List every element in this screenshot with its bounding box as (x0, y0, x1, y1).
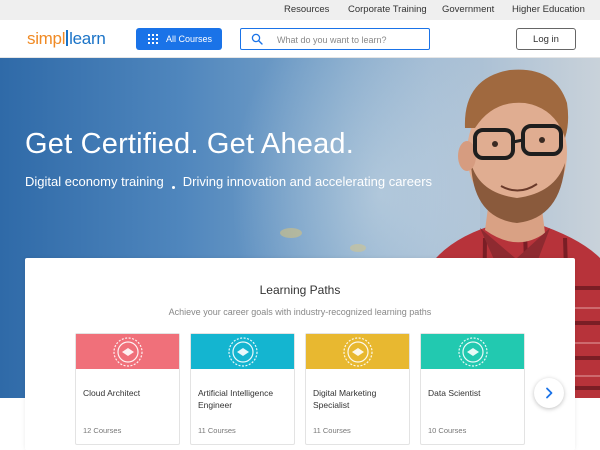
search-box (240, 28, 430, 50)
path-course-count: 11 Courses (198, 426, 236, 435)
path-course-count: 10 Courses (428, 426, 467, 435)
path-course-count: 12 Courses (83, 426, 122, 435)
path-card-cloud-architect[interactable]: Cloud Architect 12 Courses (75, 333, 180, 445)
background-bokeh (350, 244, 366, 252)
path-card-data-scientist[interactable]: Data Scientist 10 Courses (420, 333, 525, 445)
top-utility-bar: Resources Corporate Training Government … (0, 0, 600, 20)
all-courses-button[interactable]: All Courses (136, 28, 222, 50)
chevron-right-icon (546, 387, 553, 399)
grid-icon (148, 34, 158, 44)
learning-paths-section: Learning Paths Achieve your career goals… (25, 258, 575, 450)
path-name: Data Scientist (428, 388, 481, 398)
nav-link-corporate-training[interactable]: Corporate Training (348, 4, 427, 15)
path-name: Digital Marketing Specialist (313, 388, 377, 410)
logo-text-right: learn (69, 29, 106, 48)
hero-subtitle-part-2: Driving innovation and accelerating care… (182, 174, 433, 189)
nav-link-higher-education[interactable]: Higher Education (512, 4, 585, 15)
all-courses-label: All Courses (166, 34, 213, 44)
logo-divider (66, 30, 69, 46)
path-card-banner (191, 334, 294, 369)
path-course-count: 11 Courses (313, 426, 351, 435)
path-card-ai-engineer[interactable]: Artificial Intelligence Engineer 11 Cour… (190, 333, 295, 445)
simplilearn-logo[interactable]: simpl learn (27, 29, 106, 49)
hero-subtitle-part-1: Digital economy training (25, 174, 164, 189)
path-card-banner (76, 334, 179, 369)
path-name: Cloud Architect (83, 388, 141, 398)
learning-paths-subtitle: Achieve your career goals with industry-… (168, 307, 432, 317)
bullet-separator (171, 186, 175, 189)
carousel-next-button[interactable] (534, 378, 564, 408)
logo-text-left: simpl (27, 29, 66, 48)
main-header: simpllearn All Courses Log in (0, 20, 600, 58)
search-input[interactable] (277, 32, 425, 47)
background-bokeh (280, 228, 302, 238)
nav-link-government[interactable]: Government (442, 4, 494, 15)
path-card-banner (421, 334, 524, 369)
search-icon (251, 33, 263, 45)
masters-program-badge-icon (228, 337, 258, 367)
login-button[interactable]: Log in (516, 28, 576, 50)
path-card-banner (306, 334, 409, 369)
hero-subtitle: Digital economy training Driving innovati… (25, 174, 432, 189)
path-card-digital-marketing[interactable]: Digital Marketing Specialist 11 Courses (305, 333, 410, 445)
path-name: Artificial Intelligence Engineer (198, 388, 274, 410)
hero-title: Get Certified. Get Ahead. (25, 128, 355, 160)
masters-program-badge-icon (458, 337, 488, 367)
masters-program-badge-icon (113, 337, 143, 367)
nav-link-resources[interactable]: Resources (284, 4, 329, 15)
masters-program-badge-icon (343, 337, 373, 367)
learning-paths-title: Learning Paths (259, 283, 341, 297)
